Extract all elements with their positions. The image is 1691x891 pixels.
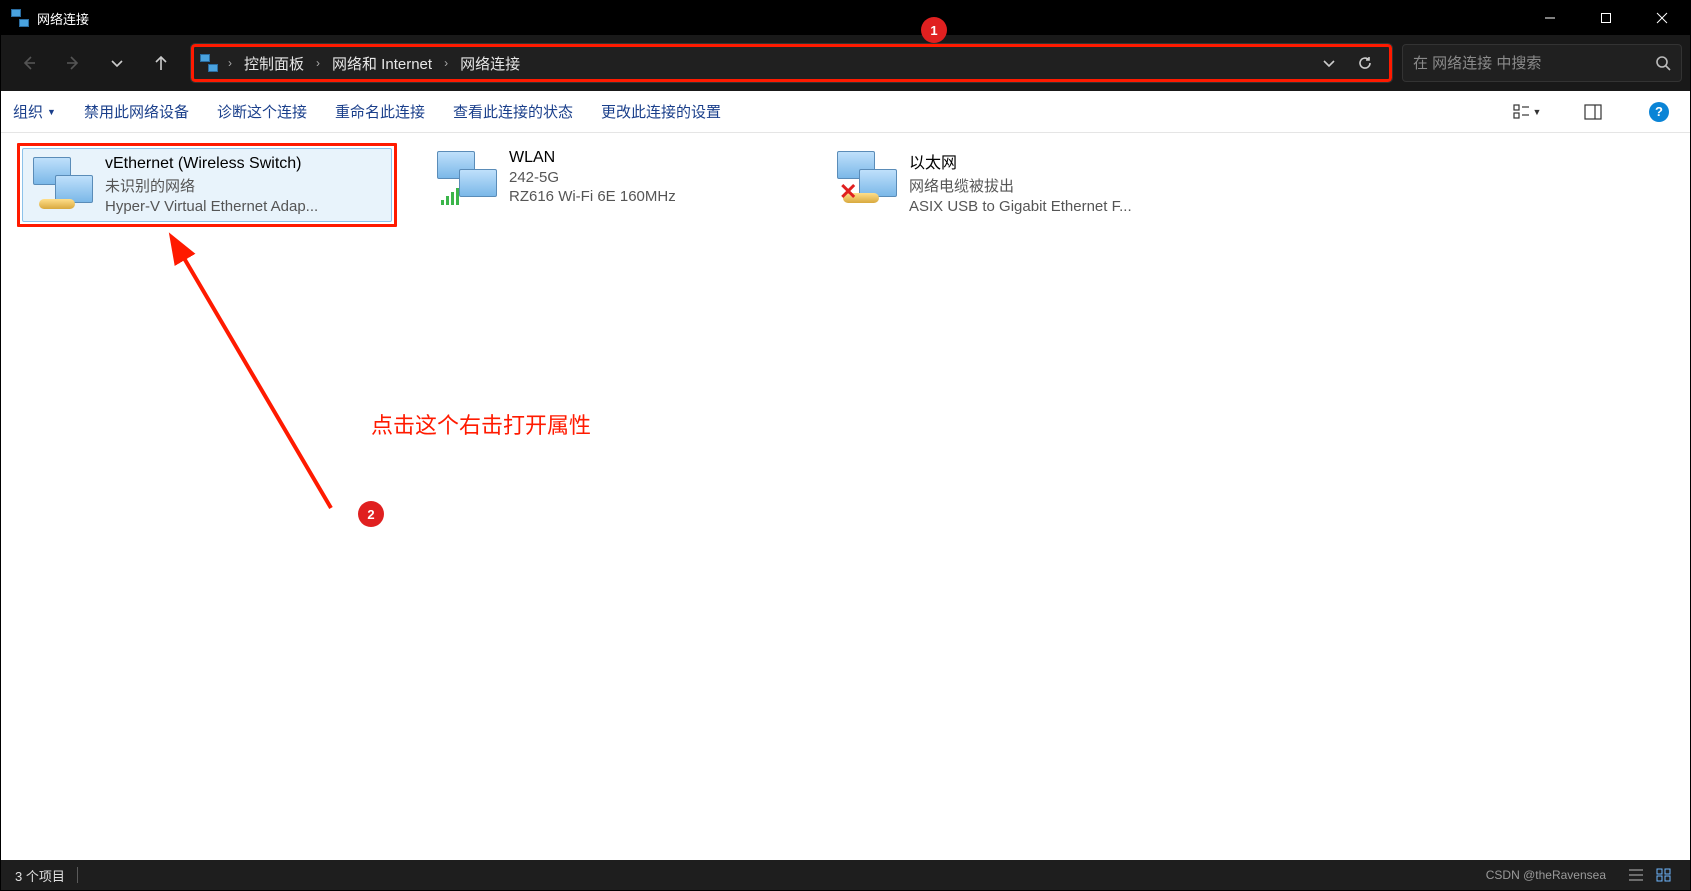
annotation-text: 点击这个右击打开属性 <box>371 408 591 440</box>
search-box[interactable] <box>1402 44 1682 82</box>
recent-dropdown[interactable] <box>97 43 137 83</box>
organize-menu[interactable]: 组织▼ <box>13 101 56 122</box>
view-options-button[interactable]: ▼ <box>1508 96 1546 128</box>
content-area: vEthernet (Wireless Switch) 未识别的网络 Hyper… <box>1 133 1690 860</box>
large-icons-view-button[interactable] <box>1652 865 1676 885</box>
help-icon: ? <box>1649 102 1669 122</box>
item-count: 3 个项目 <box>15 866 65 885</box>
details-view-button[interactable] <box>1624 865 1648 885</box>
forward-button[interactable] <box>53 43 93 83</box>
search-icon[interactable] <box>1655 55 1671 71</box>
watermark: CSDN @theRavensea <box>1486 868 1606 882</box>
titlebar: 网络连接 <box>1 1 1690 35</box>
adapter-title: 以太网 <box>909 149 1189 173</box>
navigation-row: › 控制面板 › 网络和 Internet › 网络连接 <box>1 35 1690 91</box>
diagnose-connection-button[interactable]: 诊断这个连接 <box>217 101 307 122</box>
change-settings-button[interactable]: 更改此连接的设置 <box>601 101 721 122</box>
breadcrumb-separator[interactable]: › <box>220 56 240 70</box>
preview-pane-button[interactable] <box>1574 96 1612 128</box>
disable-device-button[interactable]: 禁用此网络设备 <box>84 101 189 122</box>
adapter-icon: ✕ <box>835 149 899 207</box>
adapter-status: 242-5G <box>509 169 789 186</box>
breadcrumb-network-internet[interactable]: 网络和 Internet <box>328 51 436 76</box>
status-divider <box>77 867 78 883</box>
breadcrumb-control-panel[interactable]: 控制面板 <box>240 51 308 76</box>
minimize-button[interactable] <box>1522 1 1578 35</box>
breadcrumb-network-connections[interactable]: 网络连接 <box>456 51 524 76</box>
help-button[interactable]: ? <box>1640 96 1678 128</box>
wifi-signal-icon <box>441 187 465 205</box>
network-adapter-ethernet[interactable]: ✕ 以太网 网络电缆被拔出 ASIX USB to Gigabit Ethern… <box>827 143 1197 221</box>
view-status-button[interactable]: 查看此连接的状态 <box>453 101 573 122</box>
search-input[interactable] <box>1413 55 1655 72</box>
up-button[interactable] <box>141 43 181 83</box>
address-bar[interactable]: › 控制面板 › 网络和 Internet › 网络连接 <box>191 44 1392 82</box>
adapter-detail: RZ616 Wi-Fi 6E 160MHz <box>509 188 789 205</box>
command-bar: 组织▼ 禁用此网络设备 诊断这个连接 重命名此连接 查看此连接的状态 更改此连接… <box>1 91 1690 133</box>
window-controls <box>1522 1 1690 35</box>
address-dropdown[interactable] <box>1311 45 1347 81</box>
annotation-arrows <box>1 133 1690 860</box>
network-adapter-wlan[interactable]: WLAN 242-5G RZ616 Wi-Fi 6E 160MHz <box>427 143 797 213</box>
maximize-button[interactable] <box>1578 1 1634 35</box>
network-adapter-vethernet[interactable]: vEthernet (Wireless Switch) 未识别的网络 Hyper… <box>22 148 392 222</box>
adapter-status: 网络电缆被拔出 <box>909 175 1189 196</box>
annotation-badge-1: 1 <box>921 17 947 43</box>
close-button[interactable] <box>1634 1 1690 35</box>
adapter-detail: Hyper-V Virtual Ethernet Adap... <box>105 198 383 215</box>
adapter-icon <box>435 149 499 207</box>
annotation-highlight-box: vEthernet (Wireless Switch) 未识别的网络 Hyper… <box>17 143 397 227</box>
adapter-detail: ASIX USB to Gigabit Ethernet F... <box>909 198 1189 215</box>
network-connections-icon <box>200 54 218 72</box>
breadcrumb-separator[interactable]: › <box>308 56 328 70</box>
window-title: 网络连接 <box>37 9 89 28</box>
adapter-title: WLAN <box>509 149 789 167</box>
status-bar: 3 个项目 CSDN @theRavensea <box>1 860 1690 890</box>
back-button[interactable] <box>9 43 49 83</box>
refresh-button[interactable] <box>1347 45 1383 81</box>
adapter-status: 未识别的网络 <box>105 175 383 196</box>
rename-connection-button[interactable]: 重命名此连接 <box>335 101 425 122</box>
network-connections-icon <box>11 9 29 27</box>
disconnected-icon: ✕ <box>839 183 859 203</box>
adapter-title: vEthernet (Wireless Switch) <box>105 155 383 173</box>
adapter-icon <box>31 155 95 213</box>
annotation-badge-2: 2 <box>358 501 384 527</box>
breadcrumb-separator[interactable]: › <box>436 56 456 70</box>
